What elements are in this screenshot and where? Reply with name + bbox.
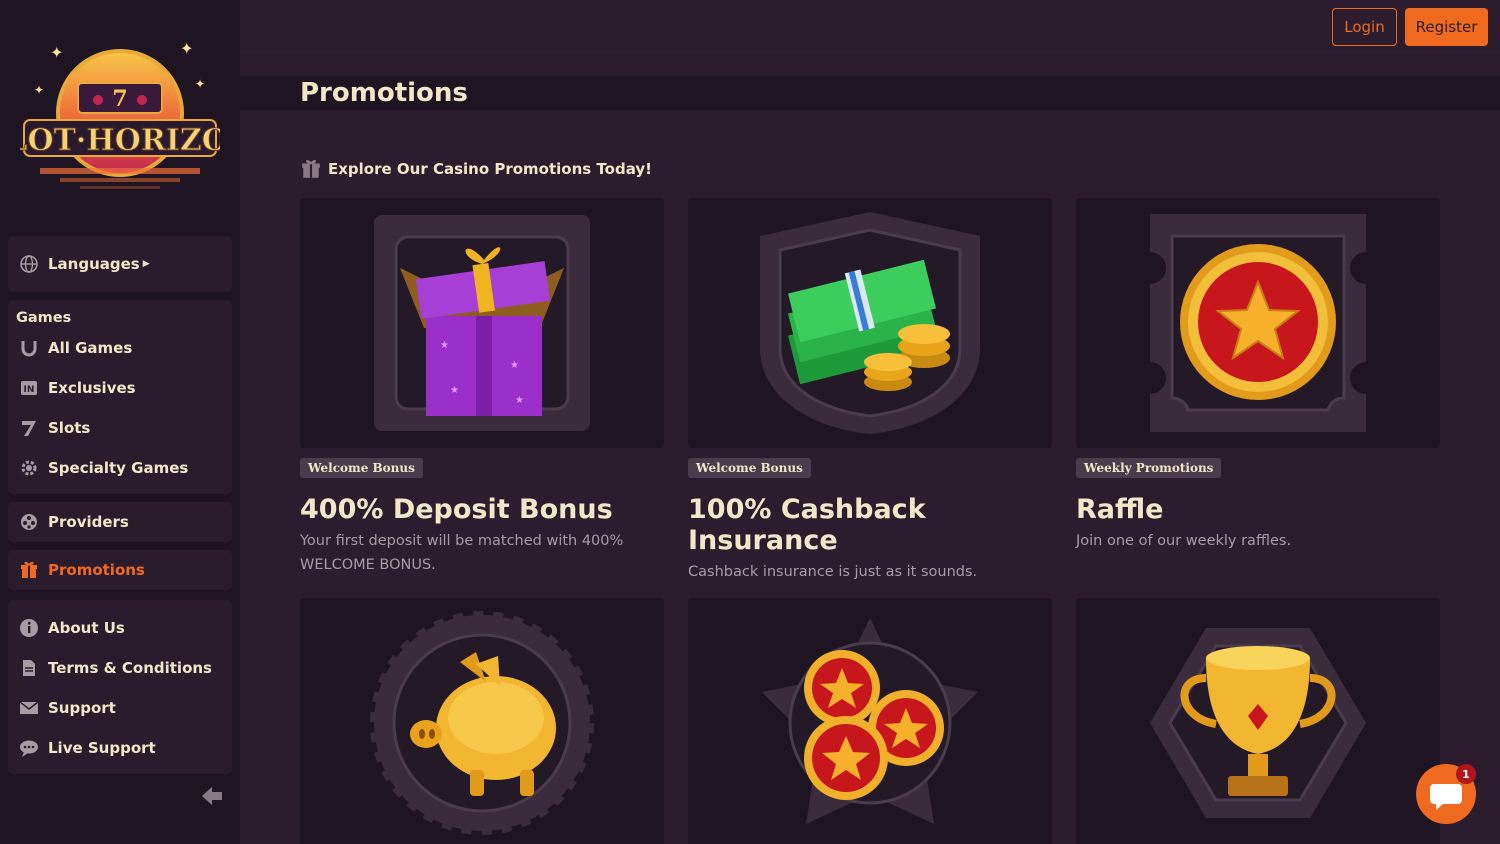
promo-card[interactable] bbox=[300, 598, 664, 844]
promo-card[interactable]: Welcome Bonus 100% Cashback Insurance Ca… bbox=[688, 198, 1052, 584]
document-icon bbox=[18, 657, 40, 679]
gift-box-icon: ★ ★ ★ ★ bbox=[300, 198, 664, 448]
sidebar-item-all-games[interactable]: All Games bbox=[8, 328, 232, 368]
svg-text:★: ★ bbox=[440, 340, 449, 351]
gift-icon bbox=[300, 158, 322, 180]
sidebar-item-slots[interactable]: Slots bbox=[8, 408, 232, 448]
piggy-bank-icon bbox=[300, 598, 664, 844]
sidebar-item-label: Terms & Conditions bbox=[48, 659, 212, 677]
svg-text:★: ★ bbox=[515, 395, 524, 406]
svg-text:✦: ✦ bbox=[50, 43, 63, 62]
svg-text:✦: ✦ bbox=[195, 77, 205, 91]
login-button[interactable]: Login bbox=[1332, 8, 1397, 46]
sidebar-item-label: Slots bbox=[48, 419, 91, 437]
cash-stack-icon bbox=[688, 198, 1052, 448]
promotions-subtitle: Explore Our Casino Promotions Today! bbox=[328, 160, 652, 178]
promo-card[interactable]: ★ ★ ★ ★ Welcome Bonus 400% Deposit Bonus… bbox=[300, 198, 664, 577]
promo-description: Cashback insurance is just as it sounds. bbox=[688, 564, 978, 580]
sidebar-item-label: Promotions bbox=[48, 561, 145, 579]
promotions-group: Promotions bbox=[8, 550, 232, 590]
sidebar-item-label: Live Support bbox=[48, 739, 156, 757]
top-bar: Login Register bbox=[240, 0, 1500, 52]
sidebar-item-exclusives[interactable]: IN Exclusives bbox=[8, 368, 232, 408]
register-button[interactable]: Register bbox=[1405, 8, 1488, 46]
gear-icon bbox=[18, 457, 40, 479]
exclusive-badge-icon: IN bbox=[18, 377, 40, 399]
svg-text:✦: ✦ bbox=[34, 83, 44, 97]
sidebar-item-about-us[interactable]: About Us bbox=[8, 608, 232, 648]
svg-text:IN: IN bbox=[24, 385, 35, 395]
chat-notification-badge: 1 bbox=[1456, 764, 1476, 784]
promo-title: 400% Deposit Bonus bbox=[300, 494, 613, 525]
page-title: Promotions bbox=[300, 78, 468, 108]
star-coin-icon bbox=[1076, 198, 1440, 448]
info-icon bbox=[18, 617, 40, 639]
sidebar-item-specialty-games[interactable]: Specialty Games bbox=[8, 448, 232, 488]
sidebar-item-label: About Us bbox=[48, 619, 125, 637]
sidebar-item-support[interactable]: Support bbox=[8, 688, 232, 728]
languages-label: Languages bbox=[48, 255, 140, 273]
promo-title: 100% Cashback Insurance bbox=[688, 494, 926, 556]
sidebar-item-promotions[interactable]: Promotions bbox=[8, 550, 232, 590]
promo-tag: Welcome Bonus bbox=[300, 458, 423, 478]
promo-tag: Weekly Promotions bbox=[1076, 458, 1222, 478]
promo-tag: Welcome Bonus bbox=[688, 458, 811, 478]
sidebar-item-providers[interactable]: Providers bbox=[8, 502, 232, 542]
star-coins-icon bbox=[688, 598, 1052, 844]
sidebar: 7 SLOT·HORIZON ✦ ✦ ✦ ✦ Languages ▶ Games bbox=[0, 0, 256, 844]
promo-description: Join one of our weekly raffles. bbox=[1076, 533, 1292, 549]
trophy-icon bbox=[1076, 598, 1440, 844]
horseshoe-icon bbox=[18, 337, 40, 359]
sidebar-item-label: All Games bbox=[48, 339, 133, 357]
sidebar-item-terms[interactable]: Terms & Conditions bbox=[8, 648, 232, 688]
svg-text:SLOT·HORIZON: SLOT·HORIZON bbox=[20, 123, 220, 158]
sidebar-item-label: Support bbox=[48, 699, 116, 717]
site-logo[interactable]: 7 SLOT·HORIZON ✦ ✦ ✦ ✦ bbox=[0, 28, 256, 213]
svg-text:★: ★ bbox=[450, 385, 459, 396]
chat-icon bbox=[18, 737, 40, 759]
promo-card[interactable] bbox=[1076, 598, 1440, 844]
envelope-icon bbox=[18, 697, 40, 719]
sidebar-item-label: Exclusives bbox=[48, 379, 136, 397]
svg-text:★: ★ bbox=[510, 360, 519, 371]
promo-description: Your first deposit will be matched with … bbox=[300, 533, 624, 573]
gift-icon bbox=[18, 559, 40, 581]
svg-text:✦: ✦ bbox=[180, 39, 193, 58]
sidebar-item-live-support[interactable]: Live Support bbox=[8, 728, 232, 768]
languages-group: Languages ▶ bbox=[8, 236, 232, 292]
providers-group: Providers bbox=[8, 502, 232, 542]
seven-icon bbox=[18, 417, 40, 439]
globe-icon bbox=[18, 253, 40, 275]
film-reel-icon bbox=[18, 511, 40, 533]
caret-right-icon: ▶ bbox=[142, 259, 150, 269]
sidebar-item-label: Specialty Games bbox=[48, 459, 189, 477]
games-heading: Games bbox=[16, 310, 72, 326]
promotions-intro: Explore Our Casino Promotions Today! bbox=[300, 158, 652, 180]
promo-title: Raffle bbox=[1076, 494, 1164, 525]
languages-menu[interactable]: Languages ▶ bbox=[8, 244, 232, 284]
svg-text:7: 7 bbox=[112, 86, 127, 112]
promo-card[interactable] bbox=[688, 598, 1052, 844]
sidebar-item-label: Providers bbox=[48, 513, 129, 531]
collapse-sidebar-arrow-icon[interactable] bbox=[198, 782, 226, 810]
games-group: Games All Games IN Exclusives Slots Spec… bbox=[8, 300, 232, 494]
promo-card[interactable]: Weekly Promotions Raffle Join one of our… bbox=[1076, 198, 1440, 553]
info-group: About Us Terms & Conditions Support Live… bbox=[8, 600, 232, 774]
